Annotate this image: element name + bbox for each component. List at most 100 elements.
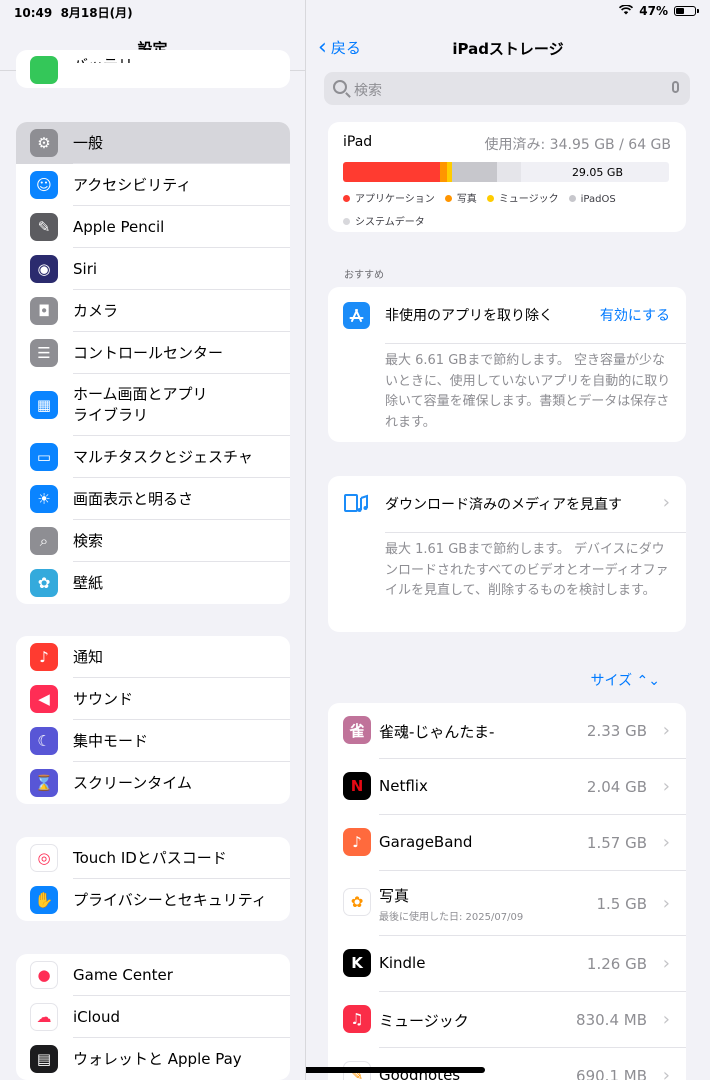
app-row[interactable]: N Netflix 2.04 GB › bbox=[328, 759, 686, 815]
sidebar-item[interactable]: ⌛ スクリーンタイム bbox=[16, 762, 290, 804]
app-size: 1.5 GB bbox=[596, 895, 647, 913]
sidebar-item-label: 画面表示と明るさ bbox=[73, 489, 194, 508]
home-screen-icon: ▦ bbox=[30, 391, 58, 419]
camera-icon: ◘ bbox=[30, 297, 58, 325]
app-row[interactable]: ✎ Goodnotes 690.1 MB › bbox=[328, 1048, 686, 1080]
speaker-icon: ◀ bbox=[30, 685, 58, 713]
chevron-right-icon: › bbox=[662, 1065, 670, 1080]
sidebar-item-label: Siri bbox=[73, 259, 98, 278]
sidebar-item[interactable]: ◘ カメラ bbox=[16, 290, 290, 332]
legend-item: iPadOS bbox=[568, 194, 616, 205]
sidebar-item-label: iCloud bbox=[73, 1007, 121, 1026]
divider bbox=[385, 532, 686, 533]
sidebar-item-label: ホーム画面とアプリ ライブラリ bbox=[73, 385, 208, 424]
moon-icon: ☾ bbox=[30, 727, 58, 755]
microphone-icon[interactable] bbox=[672, 81, 679, 93]
sidebar-item[interactable]: ◎ Touch IDとパスコード bbox=[16, 837, 290, 879]
sidebar-item[interactable]: ☀ 画面表示と明るさ bbox=[16, 478, 290, 520]
siri-icon: ◉ bbox=[30, 255, 58, 283]
sidebar-item[interactable]: ⚙ 一般 bbox=[16, 122, 290, 164]
battery-icon bbox=[30, 56, 58, 84]
sidebar-item[interactable]: ▭ マルチタスクとジェスチャ bbox=[16, 436, 290, 478]
sidebar-item[interactable]: ☾ 集中モード bbox=[16, 720, 290, 762]
storage-bar: 29.05 GB bbox=[343, 162, 669, 182]
storage-segment bbox=[447, 162, 452, 182]
sidebar-item[interactable]: ✎ Apple Pencil bbox=[16, 206, 290, 248]
sidebar-item-label: カメラ bbox=[73, 301, 119, 320]
legend-dot bbox=[343, 218, 350, 225]
sidebar-item[interactable]: ☺ アクセシビリティ bbox=[16, 164, 290, 206]
legend-item: システムデータ bbox=[343, 217, 425, 228]
sidebar-item-label: Touch IDとパスコード bbox=[73, 848, 227, 867]
search-icon bbox=[333, 80, 347, 94]
gear-icon: ⚙ bbox=[30, 129, 58, 157]
search-icon: ⌕ bbox=[30, 527, 58, 555]
hand-icon: ✋ bbox=[30, 886, 58, 914]
home-indicator bbox=[306, 1067, 485, 1073]
sidebar-item[interactable]: ◉ Siri bbox=[16, 248, 290, 290]
page-title: iPadストレージ bbox=[452, 40, 564, 58]
app-row[interactable]: ♪ GarageBand 1.57 GB › bbox=[328, 815, 686, 871]
sidebar-item-label: 一般 bbox=[73, 133, 104, 152]
sidebar-item[interactable]: ✿ 壁紙 bbox=[16, 562, 290, 604]
sidebar-item-label: アクセシビリティ bbox=[73, 175, 192, 194]
chevron-right-icon: › bbox=[662, 953, 670, 974]
battery-indicator-icon bbox=[674, 6, 699, 16]
search-placeholder: 検索 bbox=[354, 83, 382, 99]
sidebar-item-label: サウンド bbox=[73, 689, 134, 708]
chevron-right-icon: › bbox=[662, 1009, 670, 1030]
sidebar-item-label: 壁紙 bbox=[73, 573, 104, 592]
sidebar-group-general: ⚙ 一般 ☺ アクセシビリティ ✎ Apple Pencil ◉ Siri ◘ カメラ ☰ コントロー… bbox=[16, 122, 290, 604]
app-last-used: 最後に使用した日: 2025/07/09 bbox=[379, 912, 524, 923]
storage-segment bbox=[497, 162, 522, 182]
app-size: 690.1 MB bbox=[576, 1067, 647, 1080]
sidebar-item-label: マルチタスクとジェスチャ bbox=[73, 447, 253, 466]
recommendation-review-media[interactable]: ダウンロード済みのメディアを見直す › 最大 1.61 GBまで節約します。 デ… bbox=[328, 476, 686, 632]
app-row[interactable]: ♫ ミュージック 830.4 MB › bbox=[328, 992, 686, 1048]
sidebar-item[interactable]: ⌕ 検索 bbox=[16, 520, 290, 562]
legend-label: 写真 bbox=[456, 194, 477, 205]
legend-item: アプリケーション bbox=[343, 194, 435, 205]
search-field[interactable]: 検索 bbox=[324, 72, 690, 105]
recommendation-description: 最大 6.61 GBまで節約します。 空き容量が少ないときに、使用していないアプ… bbox=[385, 353, 671, 430]
sidebar-group-security: ◎ Touch IDとパスコード ✋ プライバシーとセキュリティ bbox=[16, 837, 290, 921]
sidebar-item[interactable]: ● Game Center bbox=[16, 954, 290, 996]
enable-offload-button[interactable]: 有効にする bbox=[600, 305, 670, 325]
storage-detail: 47% ‹ 戻る iPadストレージ 検索 iPad 使用済み: 34.95 G… bbox=[306, 0, 710, 1080]
sidebar-item[interactable]: ☁ iCloud bbox=[16, 996, 290, 1038]
sidebar-item-battery[interactable]: バッテリー bbox=[73, 54, 148, 63]
sidebar-item-label: 集中モード bbox=[73, 731, 149, 750]
app-name: GarageBand bbox=[379, 833, 473, 851]
sidebar-item-label: プライバシーとセキュリティ bbox=[73, 890, 267, 909]
app-row[interactable]: 雀雀魂-じゃんたま- 2.33 GB › bbox=[328, 703, 686, 759]
sidebar-item-label: 検索 bbox=[73, 531, 104, 550]
sidebar-item[interactable]: ✋ プライバシーとセキュリティ bbox=[16, 879, 290, 921]
sidebar-item[interactable]: ▤ ウォレットと Apple Pay bbox=[16, 1038, 290, 1080]
sidebar-item[interactable]: ▦ ホーム画面とアプリ ライブラリ bbox=[16, 374, 290, 436]
sidebar-item-label: ウォレットと Apple Pay bbox=[73, 1049, 242, 1068]
storage-free: 29.05 GB bbox=[571, 166, 623, 179]
sidebar-item[interactable]: ◀ サウンド bbox=[16, 678, 290, 720]
divider bbox=[385, 343, 686, 344]
media-icon bbox=[343, 491, 370, 518]
sidebar-item[interactable]: ☰ コントロールセンター bbox=[16, 332, 290, 374]
sort-by-size-button[interactable]: サイズ ⌃⌄ bbox=[591, 670, 661, 690]
sidebar-item-label: コントロールセンター bbox=[73, 343, 224, 362]
storage-summary-card: iPad 使用済み: 34.95 GB / 64 GB 29.05 GB アプリ… bbox=[328, 122, 686, 232]
app-row[interactable]: K Kindle 1.26 GB › bbox=[328, 936, 686, 992]
app-store-icon bbox=[343, 302, 370, 329]
sidebar-item[interactable]: ♪ 通知 bbox=[16, 636, 290, 678]
recommendation-offload: 非使用のアプリを取り除く 有効にする 最大 6.61 GBまで節約します。 空き… bbox=[328, 287, 686, 442]
legend-dot bbox=[343, 195, 350, 202]
chevron-right-icon: › bbox=[662, 492, 670, 513]
multitask-icon: ▭ bbox=[30, 443, 58, 471]
status-indicators: 47% bbox=[619, 4, 699, 18]
sidebar-item-label: Game Center bbox=[73, 965, 173, 984]
photos-icon: ✿ bbox=[343, 888, 371, 916]
app-name: 写真 bbox=[379, 887, 410, 905]
sidebar-group-partial: バッテリー bbox=[16, 50, 290, 88]
app-row[interactable]: ✿ 写真 最後に使用した日: 2025/07/09 1.5 GB › bbox=[328, 871, 686, 936]
storage-segment bbox=[343, 162, 440, 182]
sidebar-item-label: Apple Pencil bbox=[73, 217, 165, 236]
chevron-right-icon: › bbox=[662, 776, 670, 797]
